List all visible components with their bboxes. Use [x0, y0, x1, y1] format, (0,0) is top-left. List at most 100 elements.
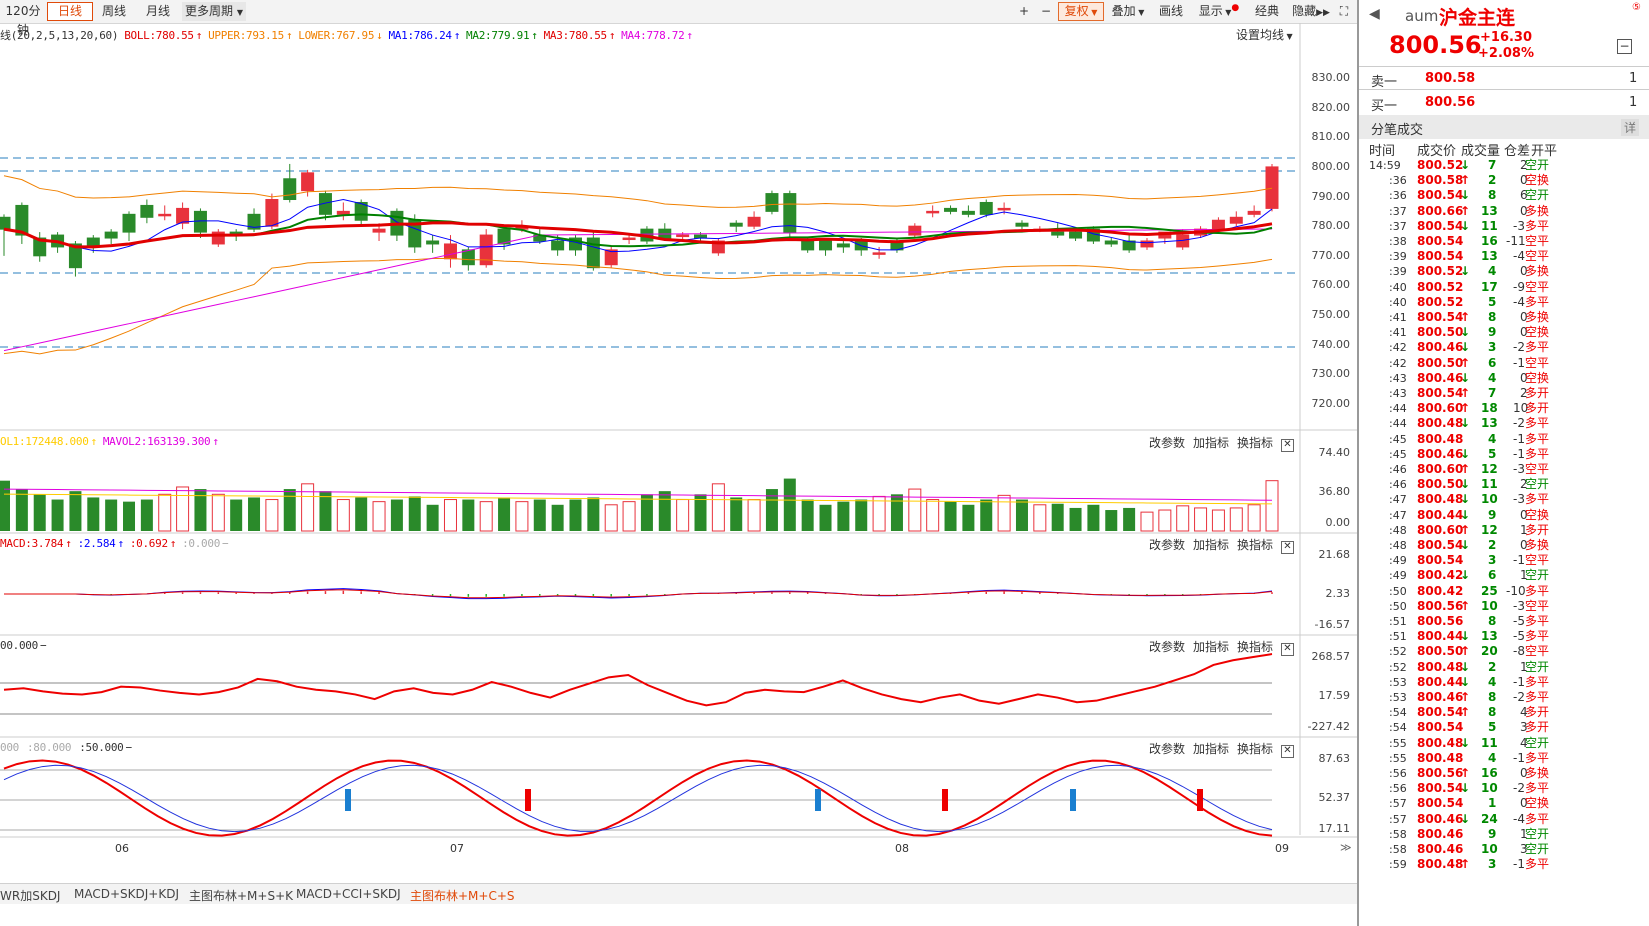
- tick-volume: 8: [1488, 690, 1497, 704]
- tick-volume: 18: [1481, 401, 1498, 416]
- volume-bar: [1158, 509, 1172, 532]
- volume-bar: [622, 501, 636, 532]
- axis-tick-label: 780.00: [1311, 219, 1351, 233]
- tick-row: :54 800.54 ↑ 8 4 多开: [1359, 705, 1649, 720]
- volume-bar: [837, 501, 850, 531]
- swap-indicator-button[interactable]: 换指标: [1237, 538, 1273, 552]
- volume-bar: [33, 494, 46, 531]
- template-tab[interactable]: 主图布林+M+S+K: [189, 887, 293, 904]
- add-indicator-button[interactable]: 加指标: [1193, 742, 1229, 756]
- tick-oi-change: -1: [1513, 857, 1525, 872]
- axis-tick-label: 0.00: [1325, 516, 1351, 529]
- volume-bar: [176, 486, 190, 532]
- back-arrow-icon[interactable]: ◀: [1369, 6, 1380, 22]
- volume-bar: [1247, 504, 1261, 532]
- tick-type: 空开: [1525, 477, 1550, 492]
- swap-indicator-button[interactable]: 换指标: [1237, 742, 1273, 756]
- add-indicator-button[interactable]: 加指标: [1193, 640, 1229, 654]
- tick-row: :43 800.54 ↑ 7 2 多开: [1359, 386, 1649, 401]
- axis-tick-label: 74.40: [1318, 446, 1351, 459]
- template-tab[interactable]: WR加SKDJ: [0, 887, 60, 904]
- tick-row: :46 800.50 ↓ 11 2 空开: [1359, 477, 1649, 492]
- tick-time: :40: [1389, 295, 1407, 309]
- add-indicator-button[interactable]: 加指标: [1193, 538, 1229, 552]
- tick-direction-icon: ↓: [1460, 416, 1471, 431]
- tick-direction-icon: ↓: [1460, 188, 1471, 203]
- tick-oi-change: -1: [1513, 431, 1525, 446]
- tick-direction-icon: ↓: [1460, 158, 1471, 172]
- modify-params-button[interactable]: 改参数: [1149, 436, 1185, 450]
- candle-body: [926, 210, 940, 214]
- candle-body: [301, 172, 315, 192]
- tick-price: 800.52: [1417, 264, 1464, 279]
- close-icon[interactable]: ✕: [1281, 643, 1294, 656]
- close-icon[interactable]: ✕: [1281, 439, 1294, 452]
- indicator-label: :0.692: [129, 537, 168, 550]
- tick-row: :43 800.46 ↓ 4 0 空换: [1359, 371, 1649, 386]
- volume-bar: [890, 494, 903, 531]
- candle-body: [1247, 210, 1261, 215]
- candle-body: [622, 237, 636, 241]
- tick-time: :52: [1389, 660, 1407, 674]
- template-tab[interactable]: 主图布林+M+C+S: [410, 887, 515, 904]
- tick-price: 800.48: [1417, 431, 1464, 446]
- candle-body: [1051, 231, 1065, 236]
- tick-type: 多平: [1525, 446, 1550, 461]
- axis-tick-label: 800.00: [1311, 159, 1351, 173]
- modify-params-button[interactable]: 改参数: [1149, 742, 1185, 756]
- volume-bar: [1105, 510, 1118, 531]
- volume-bar: [0, 480, 10, 531]
- tick-direction-icon: ↑: [1460, 203, 1471, 218]
- volume-bar: [230, 499, 243, 531]
- kdj-signal-bar: [1070, 789, 1076, 811]
- close-icon[interactable]: ✕: [1281, 745, 1294, 758]
- tick-time: :45: [1389, 432, 1407, 446]
- detail-button[interactable]: 详: [1621, 119, 1640, 136]
- modify-params-button[interactable]: 改参数: [1149, 538, 1185, 552]
- tick-row: :41 800.50 ↓ 9 0 空换: [1359, 325, 1649, 340]
- volume-bar: [211, 493, 225, 532]
- tick-volume: 5: [1488, 446, 1497, 461]
- scroll-right-icon[interactable]: ≫: [1340, 841, 1352, 854]
- tick-price: 800.54: [1417, 781, 1464, 796]
- candle-body: [997, 207, 1011, 211]
- tick-type: 多平: [1525, 674, 1550, 689]
- tick-row: :49 800.54 3 -1 空平: [1359, 553, 1649, 568]
- tick-time: :47: [1389, 508, 1407, 522]
- tick-volume: 25: [1481, 583, 1498, 598]
- tick-price: 800.48: [1417, 857, 1464, 872]
- indicator-label: MAVOL2:163139.300: [102, 435, 211, 448]
- tick-row: :45 800.48 4 -1 多平: [1359, 432, 1649, 447]
- template-tab[interactable]: MACD+CCI+SKDJ: [296, 887, 401, 901]
- tick-type: 多平: [1525, 811, 1550, 826]
- axis-tick-label: 268.57: [1311, 650, 1351, 663]
- template-tab[interactable]: MACD+SKDJ+KDJ: [74, 887, 179, 901]
- volume-bar: [747, 499, 761, 532]
- modify-params-button[interactable]: 改参数: [1149, 640, 1185, 654]
- tick-row: :36 800.54 ↓ 8 6 空开: [1359, 188, 1649, 203]
- candle-body: [729, 222, 743, 227]
- indicator-arrow: ↑: [90, 435, 98, 448]
- swap-indicator-button[interactable]: 换指标: [1237, 436, 1273, 450]
- tick-time: :48: [1389, 539, 1407, 552]
- tick-oi-change: -2: [1513, 340, 1525, 355]
- collapse-icon[interactable]: −: [1617, 39, 1632, 54]
- tick-column-header: 成交量: [1461, 144, 1501, 159]
- tick-price: 800.54: [1417, 720, 1464, 735]
- axis-tick-label: 750.00: [1311, 308, 1351, 322]
- tick-time: :39: [1389, 250, 1407, 264]
- tick-type: 多换: [1525, 264, 1550, 279]
- candle-body: [122, 213, 136, 233]
- tick-volume: 12: [1481, 522, 1498, 537]
- info-circle-icon[interactable]: ⑤: [1632, 2, 1641, 13]
- add-indicator-button[interactable]: 加指标: [1193, 436, 1229, 450]
- volume-bar: [515, 501, 529, 532]
- tick-direction-icon: ↑: [1460, 401, 1471, 416]
- tick-oi-change: -3: [1513, 462, 1525, 476]
- tick-row: :47 800.48 ↓ 10 -3 多平: [1359, 492, 1649, 507]
- swap-indicator-button[interactable]: 换指标: [1237, 640, 1273, 654]
- tick-type: 空平: [1525, 462, 1550, 476]
- tick-time: :41: [1389, 326, 1407, 340]
- close-icon[interactable]: ✕: [1281, 541, 1294, 554]
- indicator-value: 000: [0, 741, 21, 754]
